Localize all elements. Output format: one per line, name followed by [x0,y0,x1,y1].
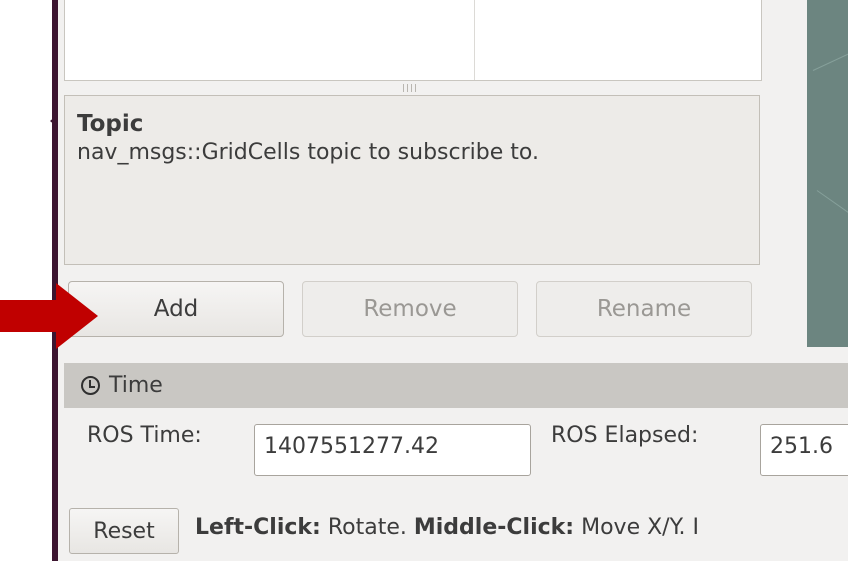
status-hint: Left-Click: Rotate. Middle-Click: Move X… [195,515,699,540]
property-description-box: Topic nav_msgs::GridCells topic to subsc… [64,95,760,265]
description-text: nav_msgs::GridCells topic to subscribe t… [77,140,539,165]
middle-click-key: Middle-Click: [413,515,575,540]
displays-tree[interactable] [64,0,762,81]
description-title: Topic [77,111,144,137]
time-panel-title: Time [109,373,163,398]
ros-time-field[interactable]: 1407551277.42 [254,424,531,476]
viewport-grid-line [812,44,848,71]
3d-viewport[interactable] [807,0,848,347]
left-click-action: Rotate. [320,515,414,540]
tree-column-divider[interactable] [474,0,475,80]
ros-elapsed-label: ROS Elapsed: [551,423,699,448]
remove-button[interactable]: Remove [302,281,518,337]
red-arrow-shape [0,283,98,349]
clock-icon [81,376,100,395]
ros-elapsed-field[interactable]: 251.6 [760,424,848,476]
window-edge-marker [50,116,56,126]
viewport-grid-line [816,190,848,226]
red-arrow-icon [0,283,98,349]
splitter-handle[interactable] [403,84,417,92]
ros-time-label: ROS Time: [87,423,202,448]
middle-click-action: Move X/Y. I [574,515,700,540]
add-button[interactable]: Add [68,281,284,337]
left-click-key: Left-Click: [195,515,321,540]
reset-button[interactable]: Reset [69,508,179,554]
rename-button[interactable]: Rename [536,281,752,337]
time-panel-header[interactable]: Time [64,363,848,408]
